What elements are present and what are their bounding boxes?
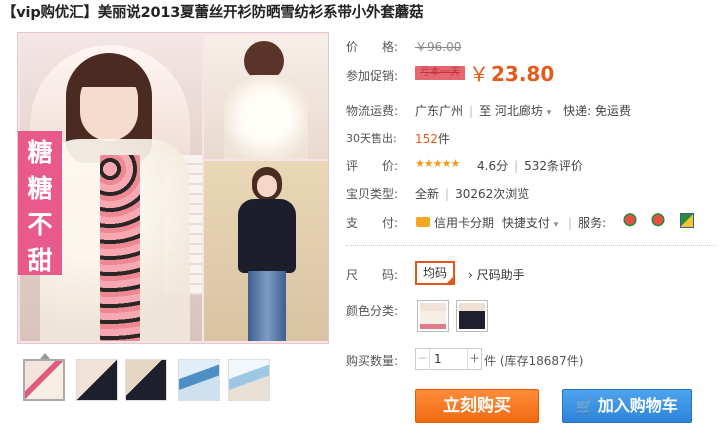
quantity-increase-button[interactable]: ＋ bbox=[467, 349, 481, 369]
item-type-info: 全新 | 30262次浏览 bbox=[415, 187, 530, 201]
rating-label: 评 价: bbox=[346, 159, 399, 173]
rating-summary: 4.6分 | 532条评价 bbox=[477, 159, 584, 173]
chevron-right-icon: › bbox=[468, 268, 473, 282]
promo-label: 参加促销: bbox=[346, 69, 399, 83]
item-condition: 全新 bbox=[415, 187, 440, 201]
thumbnail-2[interactable] bbox=[76, 359, 118, 401]
review-count-link[interactable]: 532条评价 bbox=[524, 159, 583, 173]
size-option-selected[interactable]: 均码 bbox=[415, 261, 455, 285]
sold-label: 30天售出: bbox=[346, 132, 397, 145]
quick-pay-selector[interactable]: 快捷支付 ▾ bbox=[502, 216, 558, 230]
color-option-black[interactable] bbox=[456, 300, 488, 332]
ship-from: 广东广州 bbox=[415, 104, 464, 118]
add-to-cart-button[interactable]: 🛒 加入购物车 bbox=[562, 389, 692, 423]
service-shield-icon[interactable] bbox=[680, 213, 694, 228]
color-option-white[interactable] bbox=[417, 300, 449, 332]
current-price: ￥ 23.80 bbox=[469, 58, 554, 87]
installment-link[interactable]: 信用卡分期 bbox=[434, 216, 494, 230]
rating-stars: ★★★★★ bbox=[415, 157, 460, 170]
quantity-unit: 件 bbox=[484, 354, 497, 368]
express-fee: 快递: 免运费 bbox=[563, 104, 631, 118]
thumbnail-3[interactable] bbox=[125, 359, 167, 401]
original-price: ￥96.00 bbox=[415, 40, 462, 54]
ship-to-selector[interactable]: 河北廊坊 ▾ bbox=[495, 104, 551, 118]
size-helper-link[interactable]: › 尺码助手 bbox=[468, 266, 525, 283]
cart-icon: 🛒 bbox=[576, 399, 594, 415]
photo-back-view bbox=[204, 35, 328, 159]
service-guarantee-icon[interactable] bbox=[623, 213, 637, 228]
sold-count: 152件 bbox=[415, 130, 450, 147]
buy-now-button[interactable]: 立刻购买 bbox=[415, 389, 539, 423]
chevron-down-icon: ▾ bbox=[553, 220, 559, 230]
shipping-route: 广东广州 | 至 河北廊坊 ▾ 快递: 免运费 bbox=[415, 104, 631, 118]
size-option-label: 均码 bbox=[422, 266, 447, 280]
add-to-cart-label: 加入购物车 bbox=[597, 396, 678, 415]
chevron-down-icon: ▾ bbox=[546, 108, 552, 118]
payment-methods: 信用卡分期 快捷支付 ▾ | 服务: bbox=[434, 216, 607, 230]
quantity-decrease-button[interactable]: － bbox=[416, 349, 430, 369]
payment-label: 支 付: bbox=[346, 216, 399, 230]
view-count: 30262次浏览 bbox=[455, 187, 530, 201]
stock-info: 件 (库存18687件) bbox=[484, 352, 583, 369]
quantity-stepper: － ＋ bbox=[415, 348, 482, 370]
currency-symbol: ￥ bbox=[469, 62, 489, 86]
price-label: 价 格: bbox=[346, 40, 399, 54]
thumbnail-1[interactable] bbox=[23, 359, 65, 401]
current-price-value: 23.80 bbox=[491, 62, 555, 86]
main-product-image[interactable]: 糖糖不甜 bbox=[17, 32, 329, 344]
thumbnail-4[interactable] bbox=[178, 359, 220, 401]
promo-side-tag: 糖糖不甜 bbox=[18, 131, 62, 275]
stock-count: (库存18687件) bbox=[499, 354, 584, 368]
product-title: 【vip购优汇】美丽说2013夏蕾丝开衫防晒雪纺衫系带小外套蘑菇 bbox=[2, 5, 424, 21]
sold-unit: 件 bbox=[437, 132, 450, 146]
promo-badge: 亏本一天 bbox=[415, 66, 465, 80]
quantity-label: 购买数量: bbox=[346, 354, 399, 368]
section-divider bbox=[346, 245, 716, 246]
service-label: 服务: bbox=[578, 216, 607, 230]
item-type-label: 宝贝类型: bbox=[346, 187, 399, 201]
sold-number: 152 bbox=[415, 132, 438, 146]
color-label: 颜色分类: bbox=[346, 304, 399, 318]
photo-black-variant bbox=[204, 161, 328, 341]
quantity-input[interactable] bbox=[432, 349, 468, 369]
credit-card-icon bbox=[416, 217, 430, 227]
ship-to-sep: 至 bbox=[479, 104, 492, 118]
service-return-icon[interactable] bbox=[651, 213, 665, 228]
rating-score: 4.6分 bbox=[477, 159, 509, 173]
size-label: 尺 码: bbox=[346, 268, 399, 282]
thumbnail-5[interactable] bbox=[228, 359, 270, 401]
shipping-label: 物流运费: bbox=[346, 104, 399, 118]
